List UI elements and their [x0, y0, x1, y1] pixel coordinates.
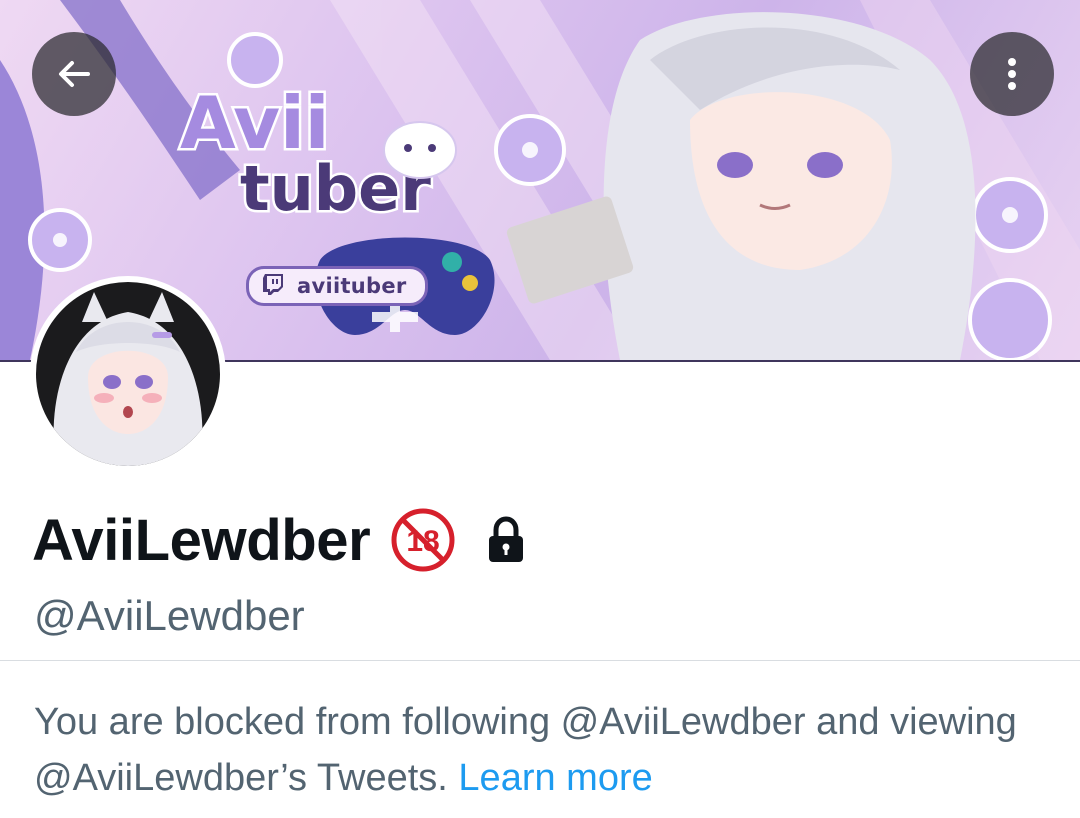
lock-icon — [484, 516, 528, 564]
learn-more-link[interactable]: Learn more — [458, 757, 652, 799]
more-options-button[interactable] — [970, 32, 1054, 116]
profile-page: Avii tuber aviituber AviiLewdber 18 @Avi… — [0, 0, 1080, 818]
profile-name-row: AviiLewdber 18 — [32, 500, 528, 580]
more-vertical-icon — [1008, 58, 1016, 90]
arrow-left-icon — [59, 61, 90, 87]
profile-handle: @AviiLewdber — [34, 592, 305, 639]
blocked-notice: You are blocked from following @AviiLewd… — [34, 694, 1054, 806]
age-badge-text: 18 — [407, 525, 440, 558]
divider — [0, 660, 1080, 661]
display-name: AviiLewdber — [32, 507, 371, 573]
twitch-handle: aviituber — [297, 274, 407, 298]
age-restricted-badge-icon: 18 — [390, 507, 456, 573]
twitch-icon — [261, 272, 285, 301]
twitch-link[interactable]: aviituber — [246, 266, 428, 306]
back-button[interactable] — [32, 32, 116, 116]
avatar[interactable] — [30, 276, 226, 472]
